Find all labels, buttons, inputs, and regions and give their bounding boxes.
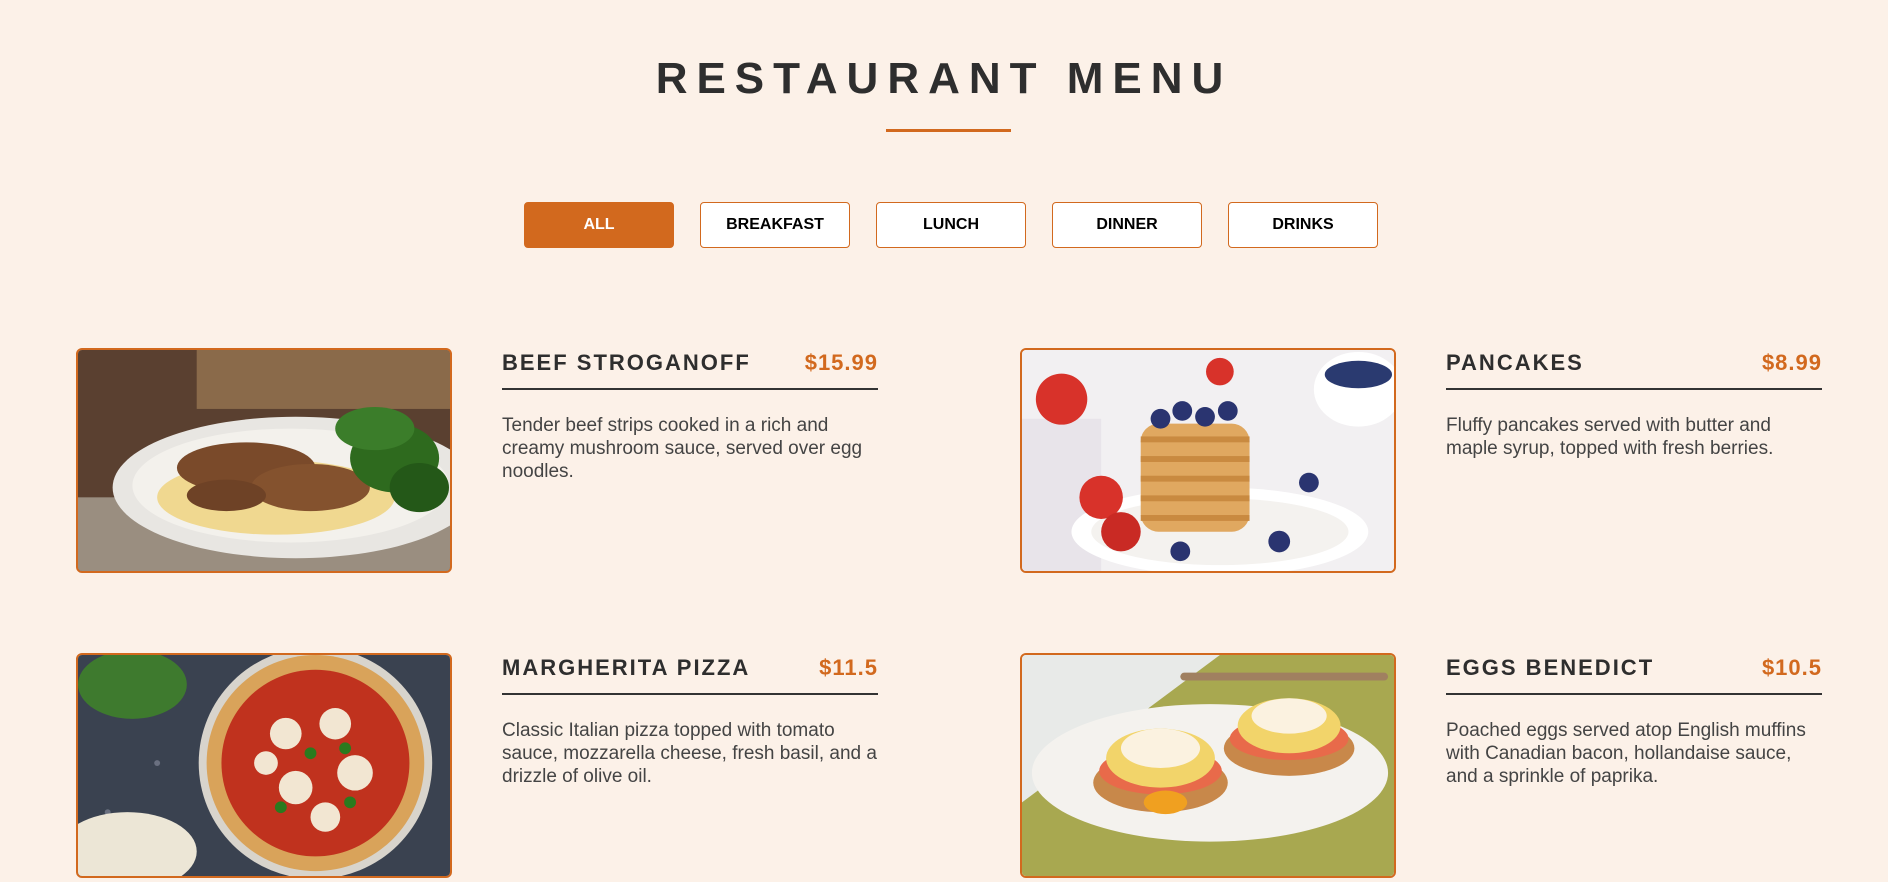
item-name: MARGHERITA PIZZA xyxy=(502,655,751,680)
item-info: PANCAKES $8.99 Fluffy pancakes served wi… xyxy=(1446,348,1822,460)
item-description: Fluffy pancakes served with butter and m… xyxy=(1446,415,1774,459)
filter-lunch-button[interactable]: LUNCH xyxy=(876,202,1026,248)
item-header: EGGS BENEDICT $10.5 xyxy=(1446,653,1822,695)
pancakes-photo xyxy=(1020,348,1396,573)
filter-breakfast-button[interactable]: BREAKFAST xyxy=(700,202,850,248)
beef-stroganoff-photo xyxy=(76,348,452,573)
filter-dinner-button[interactable]: DINNER xyxy=(1052,202,1202,248)
title-underline xyxy=(886,129,1011,132)
menu-item-eggs-benedict: EGGS BENEDICT $10.5 Poached eggs served … xyxy=(1020,653,1822,878)
filter-all-button[interactable]: ALL xyxy=(524,202,674,248)
item-price: $11.5 xyxy=(819,655,878,680)
item-name: EGGS BENEDICT xyxy=(1446,655,1655,680)
category-filters: ALL BREAKFAST LUNCH DINNER DRINKS xyxy=(524,202,1378,248)
menu-item-margherita-pizza: MARGHERITA PIZZA $11.5 Classic Italian p… xyxy=(76,653,878,878)
item-header: MARGHERITA PIZZA $11.5 xyxy=(502,653,878,695)
menu-item-beef-stroganoff: BEEF STROGANOFF $15.99 Tender beef strip… xyxy=(76,348,878,573)
item-price: $8.99 xyxy=(1761,350,1822,375)
item-description: Classic Italian pizza topped with tomato… xyxy=(502,720,877,787)
item-header: PANCAKES $8.99 xyxy=(1446,348,1822,390)
item-price: $15.99 xyxy=(804,350,878,375)
item-name: PANCAKES xyxy=(1446,350,1584,375)
item-description: Tender beef strips cooked in a rich and … xyxy=(502,415,863,482)
item-header: BEEF STROGANOFF $15.99 xyxy=(502,348,878,390)
eggs-benedict-photo xyxy=(1020,653,1396,878)
item-description: Poached eggs served atop English muffins… xyxy=(1446,720,1806,787)
item-price: $10.5 xyxy=(1761,655,1822,680)
item-info: BEEF STROGANOFF $15.99 Tender beef strip… xyxy=(502,348,878,483)
item-info: MARGHERITA PIZZA $11.5 Classic Italian p… xyxy=(502,653,878,788)
margherita-pizza-photo xyxy=(76,653,452,878)
item-info: EGGS BENEDICT $10.5 Poached eggs served … xyxy=(1446,653,1822,788)
item-name: BEEF STROGANOFF xyxy=(502,350,751,375)
menu-item-pancakes: PANCAKES $8.99 Fluffy pancakes served wi… xyxy=(1020,348,1822,573)
page-title: RESTAURANT MENU xyxy=(655,54,1233,103)
filter-drinks-button[interactable]: DRINKS xyxy=(1228,202,1378,248)
